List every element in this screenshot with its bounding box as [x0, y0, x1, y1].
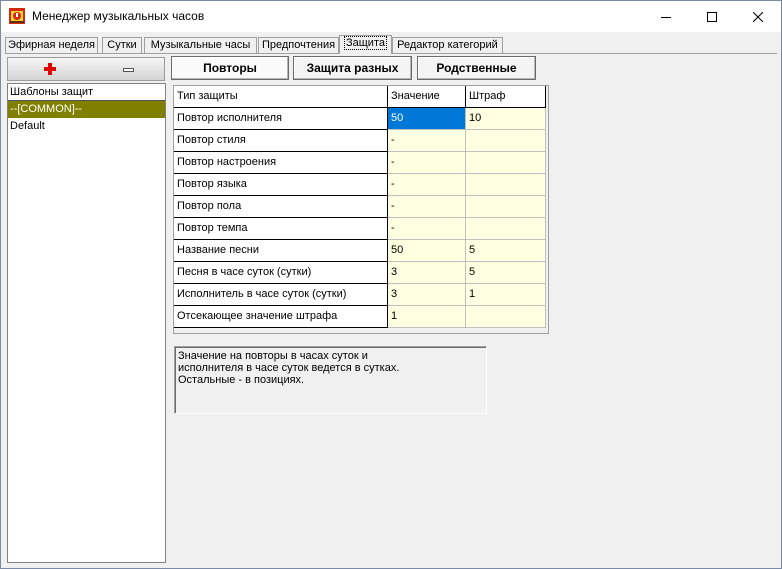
repeats-button[interactable]: Повторы [171, 56, 289, 80]
row-type-cell: Исполнитель в часе суток (сутки) [174, 284, 388, 306]
penalty-cell[interactable] [466, 130, 546, 152]
penalty-cell[interactable] [466, 196, 546, 218]
value-cell[interactable]: 3 [388, 262, 466, 284]
related-button[interactable]: Родственные [417, 56, 536, 80]
penalty-cell[interactable] [466, 174, 546, 196]
add-template-button[interactable] [44, 63, 56, 75]
row-type-cell: Повтор настроения [174, 152, 388, 174]
row-type-cell: Название песни [174, 240, 388, 262]
row-type-cell: Песня в часе суток (сутки) [174, 262, 388, 284]
row-type-cell: Повтор языка [174, 174, 388, 196]
plus-icon [44, 63, 56, 75]
list-item[interactable]: --[COMMON]-- [8, 101, 165, 118]
close-icon [753, 11, 763, 22]
value-cell[interactable]: 1 [388, 306, 466, 328]
template-list-header: Шаблоны защит [8, 84, 165, 101]
tab-label: Редактор категорий [397, 39, 498, 51]
maximize-icon [707, 11, 717, 22]
tab-label: Музыкальные часы [150, 39, 251, 51]
minus-icon[interactable] [123, 68, 134, 72]
value-cell[interactable]: - [388, 152, 466, 174]
value-cell[interactable]: - [388, 196, 466, 218]
protection-grid[interactable]: Тип защиты Значение Штраф Повтор исполни… [173, 85, 549, 334]
value-cell[interactable]: 50 [388, 108, 466, 130]
app-clock-icon [9, 8, 25, 24]
penalty-cell[interactable] [466, 218, 546, 240]
title-bar[interactable]: Менеджер музыкальных часов [1, 1, 781, 32]
row-type-cell: Повтор исполнителя [174, 108, 388, 130]
row-type-cell: Повтор стиля [174, 130, 388, 152]
app-window: Менеджер музыкальных часов Эфирная недел… [0, 0, 782, 569]
row-type-cell: Отсекающее значение штрафа [174, 306, 388, 328]
minimize-icon [661, 16, 671, 18]
tab-label: Сутки [107, 39, 137, 51]
value-cell[interactable]: 3 [388, 284, 466, 306]
penalty-cell[interactable]: 10 [466, 108, 546, 130]
close-button[interactable] [735, 1, 781, 32]
row-type-cell: Повтор темпа [174, 218, 388, 240]
list-item[interactable]: Default [8, 118, 165, 135]
info-note: Значение на повторы в часах суток и испо… [174, 346, 487, 414]
row-type-cell: Повтор пола [174, 196, 388, 218]
tab-label: Предпочтения [261, 39, 336, 51]
penalty-cell[interactable]: 1 [466, 284, 546, 306]
penalty-cell[interactable] [466, 306, 546, 328]
tab-protection[interactable]: Защита [339, 35, 392, 54]
penalty-cell[interactable]: 5 [466, 262, 546, 284]
maximize-button[interactable] [689, 1, 735, 32]
tab-music-clocks[interactable]: Музыкальные часы [144, 37, 257, 53]
value-cell[interactable]: 50 [388, 240, 466, 262]
penalty-cell[interactable] [466, 152, 546, 174]
value-cell[interactable]: - [388, 130, 466, 152]
tab-label: Защита [344, 36, 387, 50]
window-title: Менеджер музыкальных часов [32, 9, 205, 23]
penalty-cell[interactable]: 5 [466, 240, 546, 262]
tab-strip: Эфирная неделя Сутки Музыкальные часы Пр… [5, 35, 781, 54]
template-toolbar [7, 57, 165, 81]
value-cell[interactable]: - [388, 174, 466, 196]
tab-label: Эфирная неделя [8, 39, 95, 51]
tab-broadcast-week[interactable]: Эфирная неделя [5, 37, 98, 53]
column-header-type[interactable]: Тип защиты [174, 86, 388, 108]
minimize-button[interactable] [643, 1, 689, 32]
column-header-penalty[interactable]: Штраф [466, 86, 546, 108]
template-list[interactable]: Шаблоны защит --[COMMON]-- Default [7, 83, 166, 563]
column-header-value[interactable]: Значение [388, 86, 466, 108]
tab-category-editor[interactable]: Редактор категорий [392, 37, 503, 53]
value-cell[interactable]: - [388, 218, 466, 240]
tab-day[interactable]: Сутки [102, 37, 142, 53]
tab-preferences[interactable]: Предпочтения [258, 37, 339, 53]
separation-button[interactable]: Защита разных [293, 56, 412, 80]
